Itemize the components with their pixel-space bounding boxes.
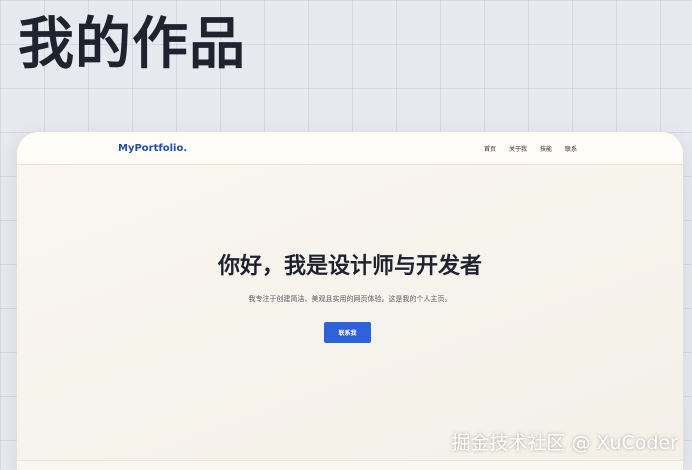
nav-link-about[interactable]: 关于我	[509, 144, 527, 153]
page-title: 我的作品	[18, 12, 246, 77]
nav-link-skills[interactable]: 技能	[540, 144, 552, 153]
hero-title: 你好，我是设计师与开发者	[217, 254, 482, 279]
site-logo[interactable]: MyPortfolio.	[118, 143, 187, 154]
nav-link-contact[interactable]: 联系	[565, 144, 577, 153]
nav-links: 首页 关于我 技能 联系	[484, 144, 577, 153]
hero-subtitle: 我专注于创建简洁、美观且实用的网页体验。这是我的个人主页。	[248, 295, 452, 303]
contact-me-button[interactable]: 联系我	[324, 322, 371, 343]
site-navbar: MyPortfolio. 首页 关于我 技能 联系	[17, 132, 683, 165]
portfolio-preview-card: MyPortfolio. 首页 关于我 技能 联系 你好，我是设计师与开发者 我…	[17, 132, 683, 470]
nav-link-home[interactable]: 首页	[484, 144, 496, 153]
watermark-text: 掘金技术社区 @ XuCoder	[451, 432, 678, 454]
card-bottom-strip	[17, 460, 683, 470]
